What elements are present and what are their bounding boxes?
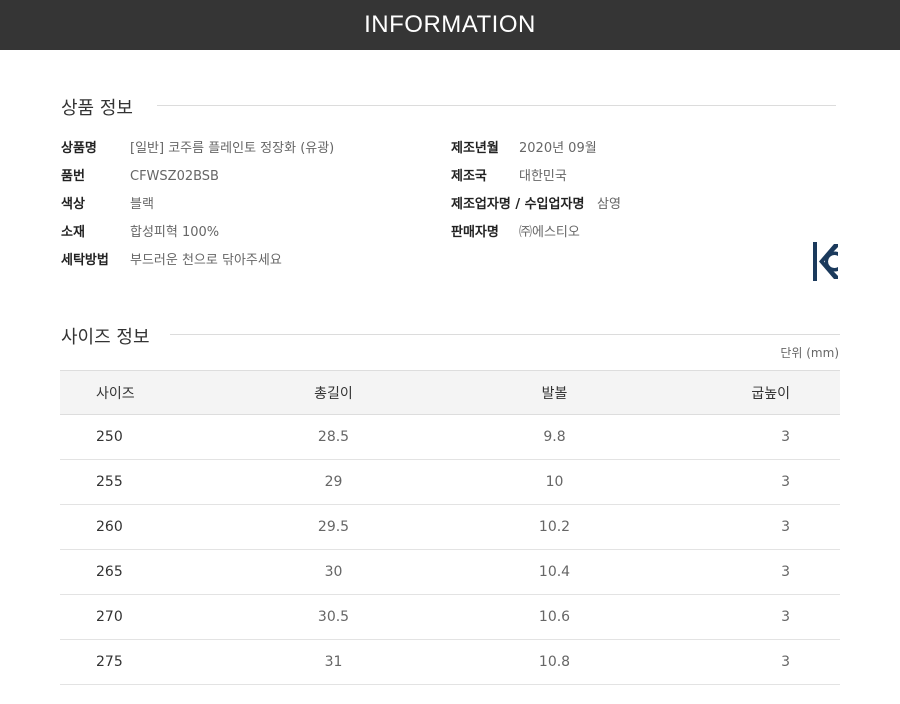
cell-heel-height: 3 <box>662 549 840 595</box>
info-value: 삼영 <box>597 197 621 212</box>
information-banner: INFORMATION <box>0 0 900 50</box>
product-info-title: 상품 정보 <box>61 98 133 119</box>
cell-width: 10.2 <box>447 504 662 550</box>
info-label: 판매자명 <box>451 225 499 240</box>
info-label: 세탁방법 <box>61 253 109 268</box>
cell-heel-height: 3 <box>662 414 840 460</box>
column-header-heel-height: 굽높이 <box>662 370 840 415</box>
info-value: 대한민국 <box>519 169 567 184</box>
size-info-title: 사이즈 정보 <box>61 327 150 348</box>
cell-total-length: 30 <box>220 549 447 595</box>
info-value: 합성피혁 100% <box>130 225 220 240</box>
column-header-size: 사이즈 <box>60 370 220 415</box>
info-label: 제조업자명 / 수입업자명 <box>451 197 585 212</box>
unit-note: 단위 (mm) <box>780 346 839 360</box>
info-value: 2020년 09월 <box>519 141 597 156</box>
table-row: 250 28.5 9.8 3 <box>60 414 840 460</box>
cell-total-length: 28.5 <box>220 414 447 460</box>
table-row: 265 30 10.4 3 <box>60 549 840 595</box>
cell-total-length: 31 <box>220 639 447 685</box>
info-label: 제조국 <box>451 169 487 184</box>
cell-heel-height: 3 <box>662 639 840 685</box>
cell-heel-height: 3 <box>662 459 840 505</box>
cell-total-length: 29 <box>220 459 447 505</box>
cell-width: 10.8 <box>447 639 662 685</box>
cell-width: 10.4 <box>447 549 662 595</box>
info-label: 소재 <box>61 225 85 240</box>
info-value: ㈜에스티오 <box>519 225 580 240</box>
table-row: 275 31 10.8 3 <box>60 639 840 685</box>
cell-total-length: 30.5 <box>220 594 447 640</box>
product-info-divider <box>157 105 836 106</box>
kc-mark-icon <box>813 242 838 281</box>
cell-size: 250 <box>60 414 220 460</box>
info-value: 블랙 <box>130 197 154 212</box>
cell-heel-height: 3 <box>662 504 840 550</box>
cell-size: 275 <box>60 639 220 685</box>
size-table: 사이즈 총길이 발볼 굽높이 250 28.5 9.8 3 255 29 10 … <box>60 370 840 685</box>
cell-size: 270 <box>60 594 220 640</box>
table-row: 270 30.5 10.6 3 <box>60 594 840 640</box>
table-row: 255 29 10 3 <box>60 459 840 505</box>
size-info-divider <box>170 334 840 335</box>
cell-heel-height: 3 <box>662 594 840 640</box>
column-header-width: 발볼 <box>447 370 662 415</box>
table-row: 260 29.5 10.2 3 <box>60 504 840 550</box>
cell-width: 9.8 <box>447 414 662 460</box>
info-value: CFWSZ02BSB <box>130 169 219 184</box>
cell-width: 10 <box>447 459 662 505</box>
cell-size: 255 <box>60 459 220 505</box>
info-label: 품번 <box>61 169 85 184</box>
banner-title: INFORMATION <box>364 11 536 38</box>
cell-total-length: 29.5 <box>220 504 447 550</box>
column-header-total-length: 총길이 <box>220 370 447 415</box>
info-label: 상품명 <box>61 141 97 156</box>
info-label: 제조년월 <box>451 141 499 156</box>
cell-size: 265 <box>60 549 220 595</box>
table-header-row: 사이즈 총길이 발볼 굽높이 <box>60 370 840 415</box>
cell-width: 10.6 <box>447 594 662 640</box>
cell-size: 260 <box>60 504 220 550</box>
info-label: 색상 <box>61 197 85 212</box>
info-value: [일반] 코주름 플레인토 정장화 (유광) <box>130 141 335 156</box>
info-value: 부드러운 천으로 닦아주세요 <box>130 253 282 268</box>
